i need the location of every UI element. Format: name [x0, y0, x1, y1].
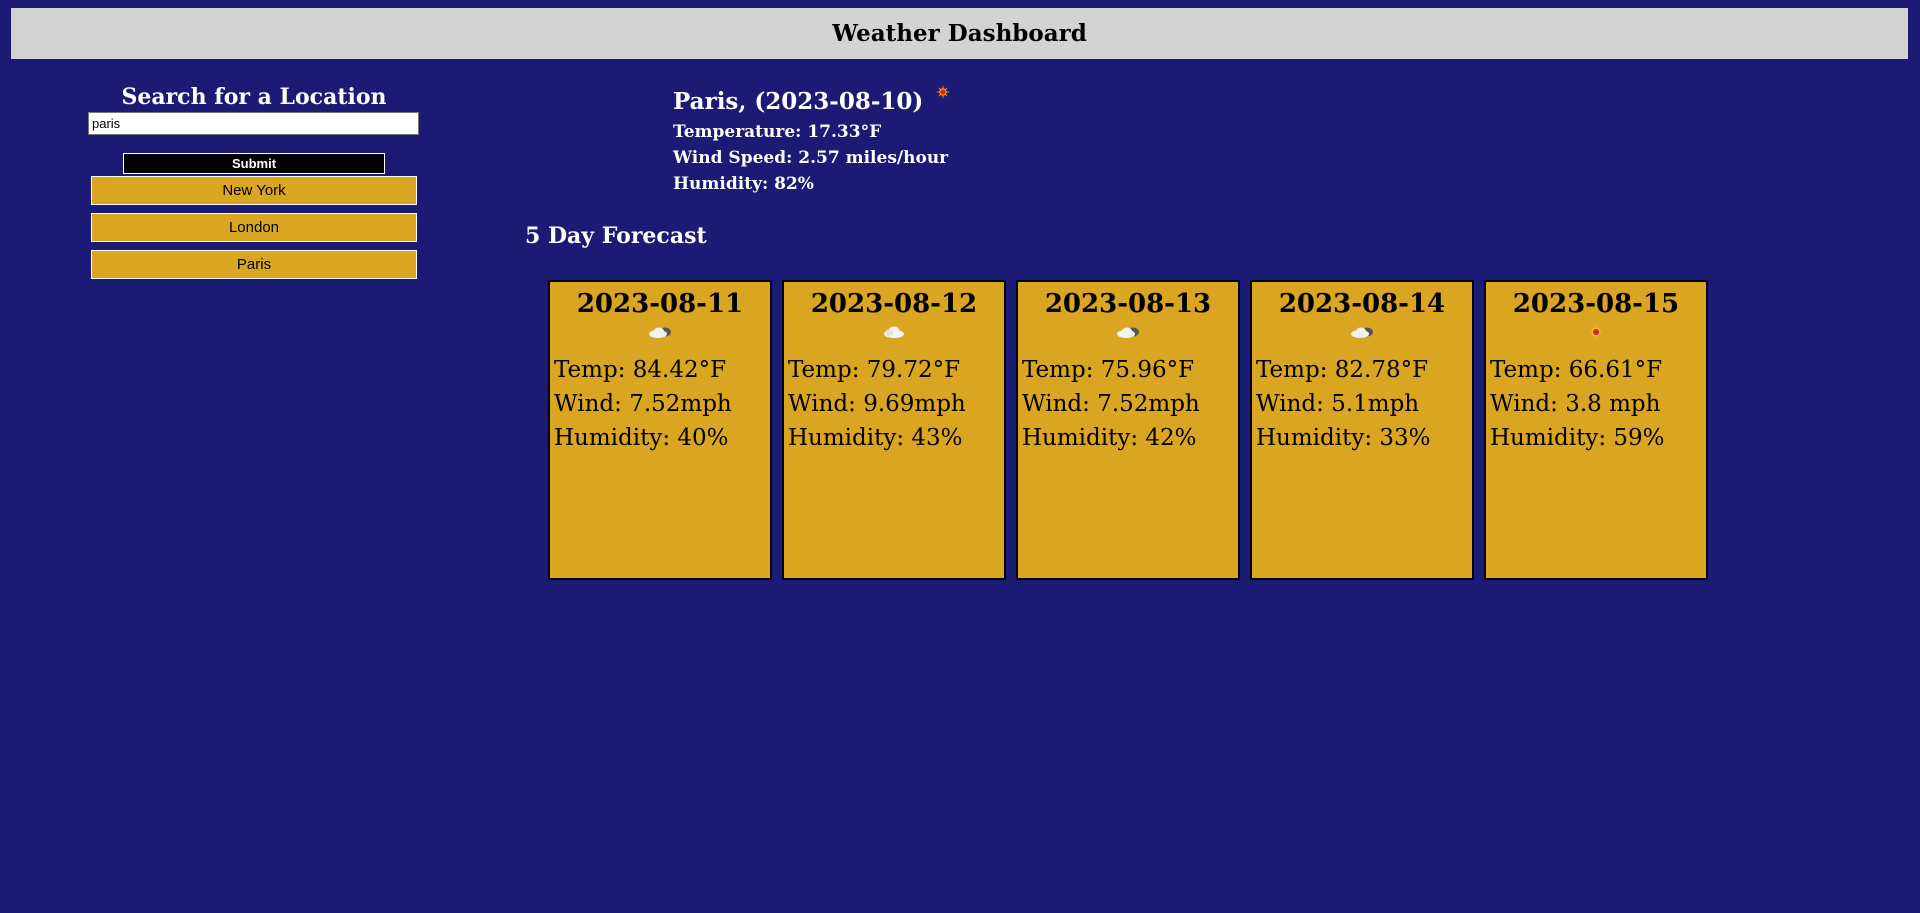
forecast-card: 2023-08-13 Temp: 75.96°F Wind: 7.52mph H…: [1016, 280, 1240, 580]
cloudy-night-icon: [1351, 327, 1373, 338]
forecast-date: 2023-08-15: [1512, 289, 1680, 319]
forecast-card: 2023-08-12 Temp: 79.72°F Wind: 9.69mph H…: [782, 280, 1006, 580]
forecast-card: 2023-08-11 Temp: 84.42°F Wind: 7.52mph H…: [548, 280, 772, 580]
sun-icon: [1591, 327, 1601, 337]
current-weather: Paris, (2023-08-10) Temperature: 17.33°F…: [673, 85, 950, 197]
current-title-row: Paris, (2023-08-10): [673, 85, 950, 119]
forecast-date: 2023-08-13: [1044, 289, 1212, 319]
forecast-humidity: Humidity: 42%: [1022, 425, 1197, 451]
forecast-card: 2023-08-14 Temp: 82.78°F Wind: 5.1mph Hu…: [1250, 280, 1474, 580]
forecast-temp: Temp: 82.78°F: [1256, 357, 1429, 383]
forecast-cards: 2023-08-11 Temp: 84.42°F Wind: 7.52mph H…: [548, 280, 1718, 580]
forecast-humidity: Humidity: 59%: [1490, 425, 1665, 451]
forecast-date: 2023-08-12: [810, 289, 978, 319]
history-button-london[interactable]: London: [91, 213, 417, 242]
forecast-temp: Temp: 66.61°F: [1490, 357, 1663, 383]
current-humidity: Humidity: 82%: [673, 174, 814, 194]
forecast-temp: Temp: 75.96°F: [1022, 357, 1195, 383]
forecast-temp: Temp: 79.72°F: [788, 357, 961, 383]
current-temperature: Temperature: 17.33°F: [673, 122, 882, 142]
forecast-humidity: Humidity: 43%: [788, 425, 963, 451]
search-sidebar: Search for a Location Submit New York Lo…: [88, 82, 420, 279]
forecast-wind: Wind: 9.69mph: [788, 391, 966, 417]
forecast-wind: Wind: 7.52mph: [554, 391, 732, 417]
current-wind: Wind Speed: 2.57 miles/hour: [673, 148, 949, 168]
forecast-humidity: Humidity: 40%: [554, 425, 729, 451]
forecast-temp: Temp: 84.42°F: [554, 357, 727, 383]
submit-button[interactable]: Submit: [123, 153, 385, 174]
forecast-wind: Wind: 3.8 mph: [1490, 391, 1661, 417]
sun-icon: [937, 86, 950, 98]
current-city-date: Paris, (2023-08-10): [673, 88, 924, 115]
history-button-paris[interactable]: Paris: [91, 250, 417, 279]
forecast-card: 2023-08-15 Temp: 66.61°F Wind: 3.8 mph H…: [1484, 280, 1708, 580]
header-bar: Weather Dashboard: [11, 8, 1908, 59]
forecast-wind: Wind: 7.52mph: [1022, 391, 1200, 417]
cloud-icon: [884, 326, 904, 338]
forecast-wind: Wind: 5.1mph: [1256, 391, 1420, 417]
page-title: Weather Dashboard: [832, 20, 1087, 47]
search-input[interactable]: [88, 112, 419, 135]
cloudy-night-icon: [1117, 327, 1139, 338]
search-title: Search for a Location: [121, 84, 387, 110]
cloudy-night-icon: [649, 327, 671, 338]
forecast-humidity: Humidity: 33%: [1256, 425, 1431, 451]
forecast-title: 5 Day Forecast: [525, 223, 707, 249]
history-button-new-york[interactable]: New York: [91, 176, 417, 205]
forecast-date: 2023-08-14: [1278, 289, 1446, 319]
forecast-date: 2023-08-11: [576, 289, 744, 319]
